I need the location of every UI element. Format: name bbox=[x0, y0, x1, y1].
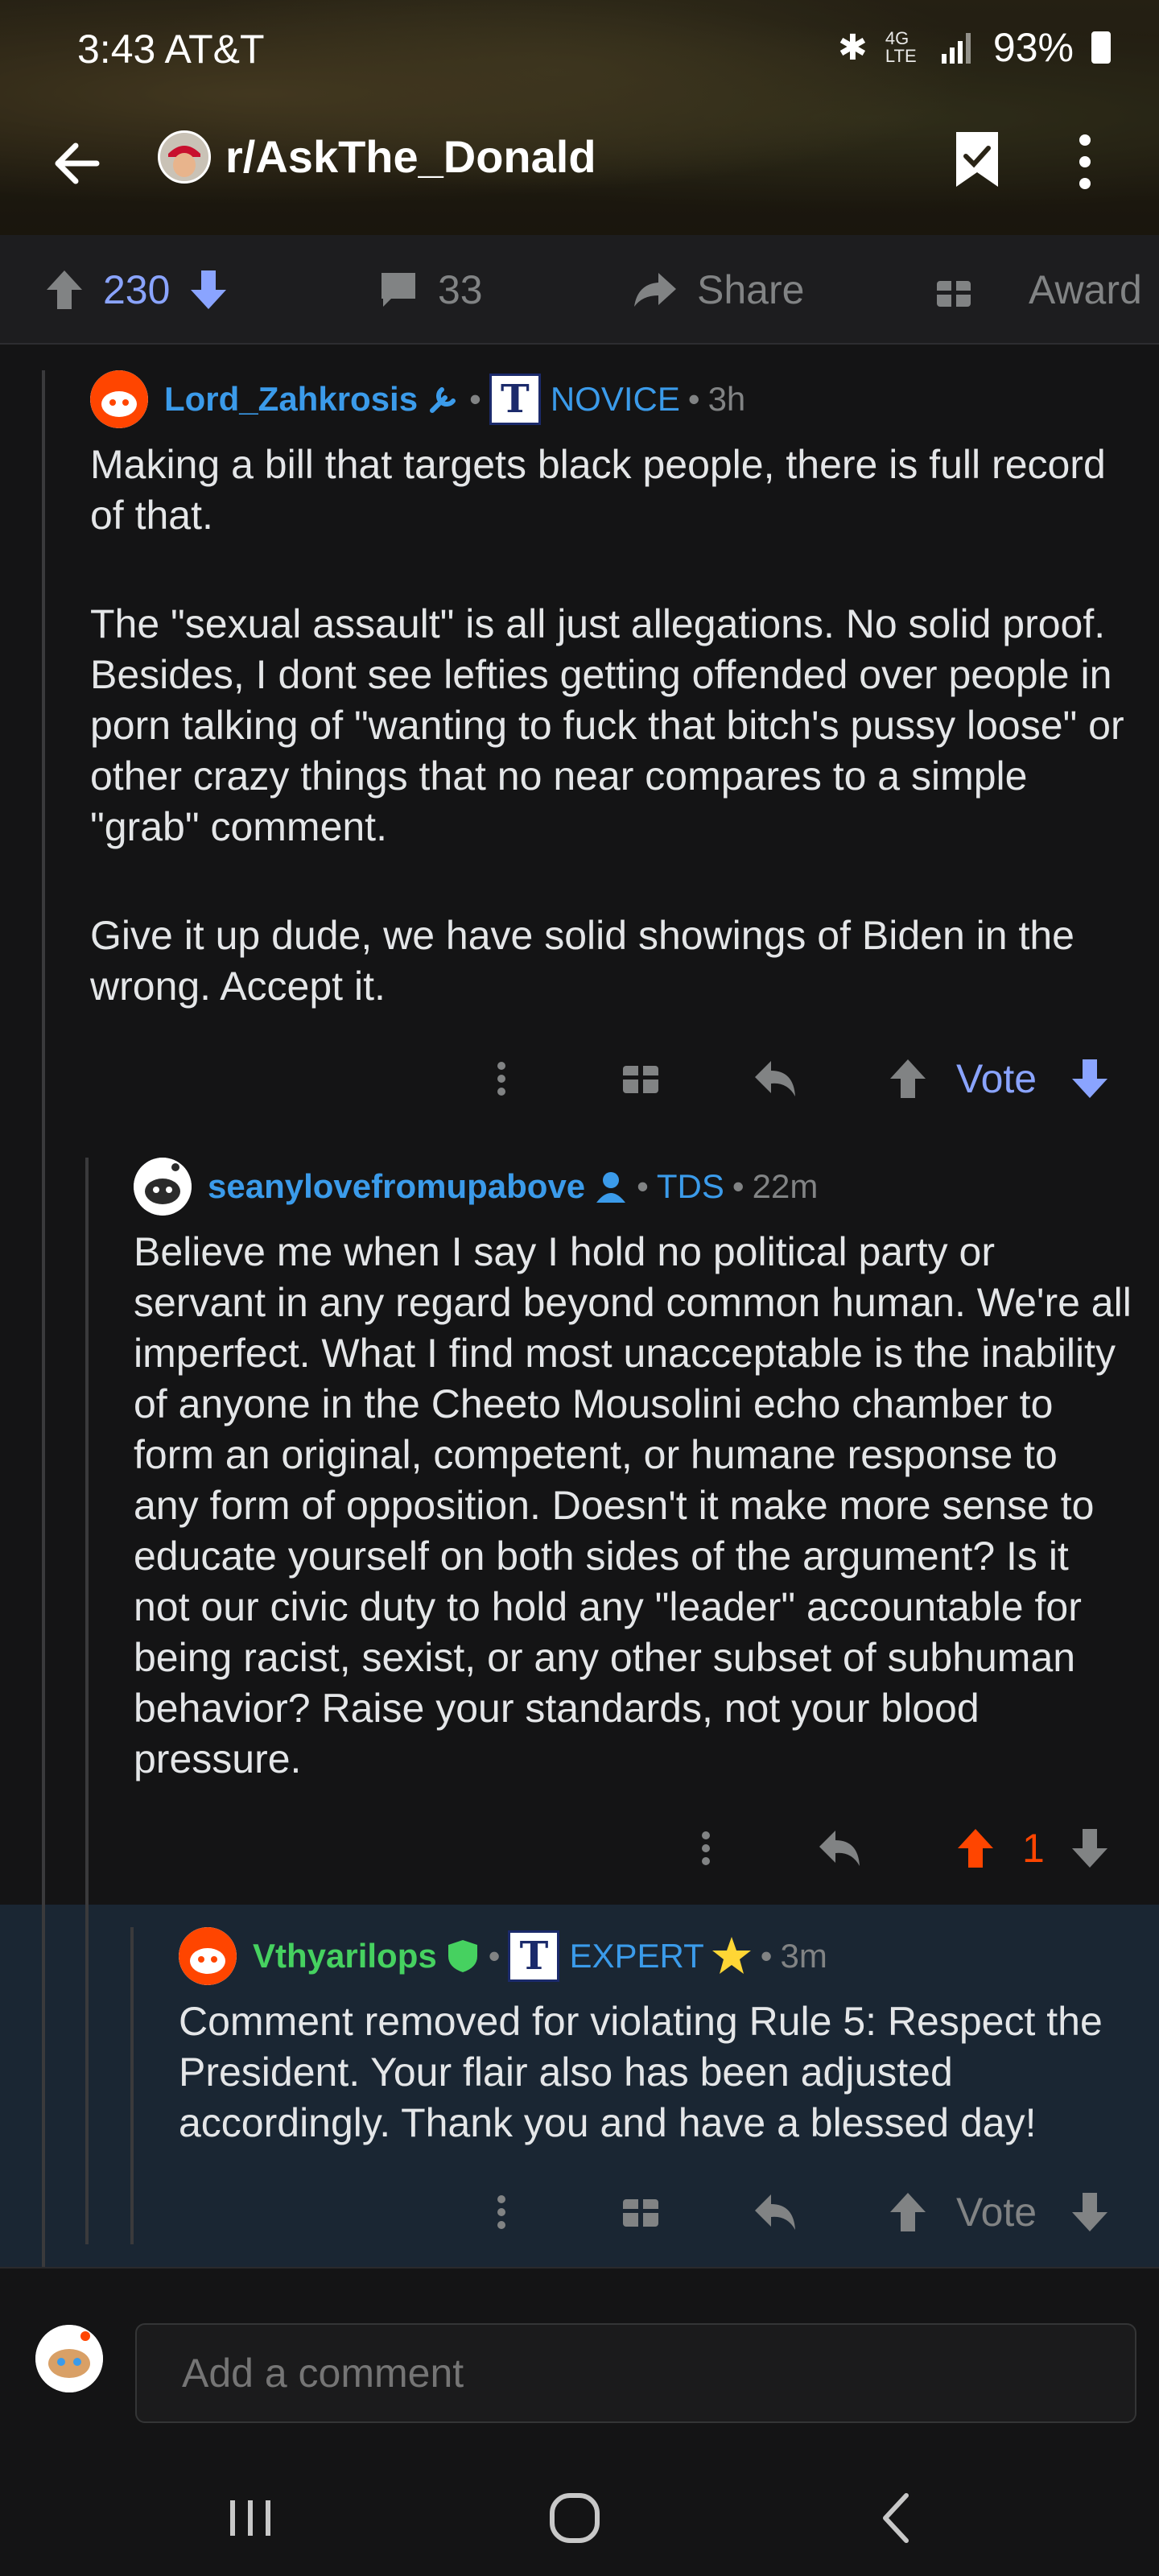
avatar[interactable] bbox=[35, 2325, 103, 2392]
post-score: 230 bbox=[103, 267, 171, 312]
system-navigation-bar bbox=[0, 2454, 1159, 2576]
downvote-icon[interactable] bbox=[1070, 1816, 1109, 1880]
reply-icon[interactable] bbox=[753, 2180, 798, 2244]
avatar[interactable] bbox=[90, 370, 148, 428]
comment-paragraph: Give it up dude, we have solid showings … bbox=[90, 913, 1074, 1009]
more-vertical-icon[interactable] bbox=[496, 1046, 507, 1111]
subreddit-name[interactable]: r/AskThe_Donald bbox=[225, 130, 596, 183]
downvote-icon[interactable] bbox=[1070, 1046, 1109, 1111]
home-icon[interactable] bbox=[542, 2486, 607, 2550]
subreddit-avatar[interactable] bbox=[158, 130, 211, 184]
comment-body: Making a bill that targets black people,… bbox=[90, 440, 1128, 1012]
more-vertical-icon[interactable] bbox=[700, 1816, 711, 1880]
avatar[interactable] bbox=[179, 1927, 237, 1985]
reply-icon[interactable] bbox=[818, 1816, 863, 1880]
comment-icon bbox=[382, 273, 415, 307]
gift-icon[interactable] bbox=[621, 1046, 660, 1111]
comment-paragraph: Believe me when I say I hold no politica… bbox=[134, 1229, 1132, 1781]
post-action-bar: 230 33 Share Award bbox=[0, 235, 1159, 345]
downvote-icon[interactable] bbox=[189, 269, 228, 311]
upvote-icon[interactable] bbox=[956, 1816, 995, 1880]
post-vote-group: 230 bbox=[45, 266, 228, 314]
comment-composer bbox=[0, 2267, 1159, 2454]
comment-time: 22m bbox=[752, 1167, 819, 1205]
comments-button[interactable]: 33 bbox=[378, 266, 483, 314]
comment-time: 3m bbox=[780, 1937, 827, 1975]
comment-actions: 1 bbox=[0, 1816, 1159, 1880]
share-button[interactable]: Share bbox=[633, 266, 804, 314]
comment-header: Lord_Zahkrosis • T NOVICE • 3h bbox=[90, 370, 745, 428]
avatar[interactable] bbox=[134, 1158, 192, 1216]
comment-actions: Vote bbox=[0, 2180, 1159, 2244]
comment-header: Vthyarilops • T EXPERT • 3m bbox=[179, 1927, 827, 1985]
user-icon bbox=[596, 1172, 626, 1203]
comment-score: 1 bbox=[1022, 1826, 1045, 1871]
comment-input[interactable] bbox=[135, 2323, 1136, 2423]
user-flair: NOVICE bbox=[550, 380, 680, 418]
comment-paragraph: Comment removed for violating Rule 5: Re… bbox=[179, 1999, 1103, 2145]
comment-count: 33 bbox=[438, 267, 483, 312]
bluetooth-icon: ✱ bbox=[838, 27, 868, 68]
upvote-icon[interactable] bbox=[889, 2180, 927, 2244]
thread-line-level-1[interactable] bbox=[42, 370, 45, 2267]
comment-header: seanylovefromupabove • TDS • 22m bbox=[134, 1158, 818, 1216]
signal-icon bbox=[941, 33, 971, 64]
vote-label: Vote bbox=[956, 1056, 1037, 1101]
upvote-icon[interactable] bbox=[889, 1046, 927, 1111]
comment-username[interactable]: seanylovefromupabove bbox=[208, 1167, 585, 1206]
status-bar: 3:43 AT&T ✱ 4G LTE 93% bbox=[0, 16, 1159, 80]
award-label: Award bbox=[1029, 267, 1142, 312]
comment-paragraph: The "sexual assault" is all just allegat… bbox=[90, 601, 1124, 849]
share-label: Share bbox=[697, 267, 805, 312]
thread-line-level-2[interactable] bbox=[85, 1158, 89, 2244]
user-flair: TDS bbox=[656, 1167, 724, 1205]
comment-time: 3h bbox=[707, 380, 746, 418]
shield-icon bbox=[448, 1940, 477, 1972]
comment-body: Comment removed for violating Rule 5: Re… bbox=[179, 1996, 1136, 2149]
user-flair: EXPERT bbox=[569, 1937, 704, 1975]
share-icon bbox=[634, 273, 676, 307]
gift-icon[interactable] bbox=[621, 2180, 660, 2244]
more-vertical-icon[interactable] bbox=[496, 2180, 507, 2244]
comment-actions: Vote bbox=[0, 1046, 1159, 1111]
more-vertical-icon[interactable] bbox=[1075, 132, 1095, 192]
downvote-icon[interactable] bbox=[1070, 2180, 1109, 2244]
bookmark-icon[interactable] bbox=[953, 129, 1001, 190]
star-icon bbox=[711, 1937, 751, 1974]
status-time: 3:43 AT&T bbox=[77, 27, 265, 72]
reply-icon[interactable] bbox=[753, 1046, 798, 1111]
upvote-icon[interactable] bbox=[45, 269, 84, 311]
comment-paragraph: Making a bill that targets black people,… bbox=[90, 442, 1106, 538]
back-icon[interactable] bbox=[866, 2486, 930, 2550]
award-button[interactable]: Award bbox=[934, 266, 1142, 314]
battery-percent: 93% bbox=[992, 25, 1074, 70]
wrench-icon bbox=[430, 387, 456, 413]
battery-icon bbox=[1091, 31, 1111, 64]
comment-username[interactable]: Vthyarilops bbox=[253, 1937, 437, 1975]
comment-username[interactable]: Lord_Zahkrosis bbox=[164, 380, 418, 419]
network-label: 4G LTE bbox=[885, 28, 917, 66]
flair-badge: T bbox=[489, 374, 541, 425]
comment-body: Believe me when I say I hold no politica… bbox=[134, 1227, 1132, 1785]
gift-icon bbox=[937, 281, 971, 307]
recent-apps-icon[interactable] bbox=[219, 2486, 283, 2550]
vote-label: Vote bbox=[956, 2190, 1037, 2235]
back-arrow-icon[interactable] bbox=[48, 135, 105, 192]
flair-badge: T bbox=[508, 1930, 560, 1982]
